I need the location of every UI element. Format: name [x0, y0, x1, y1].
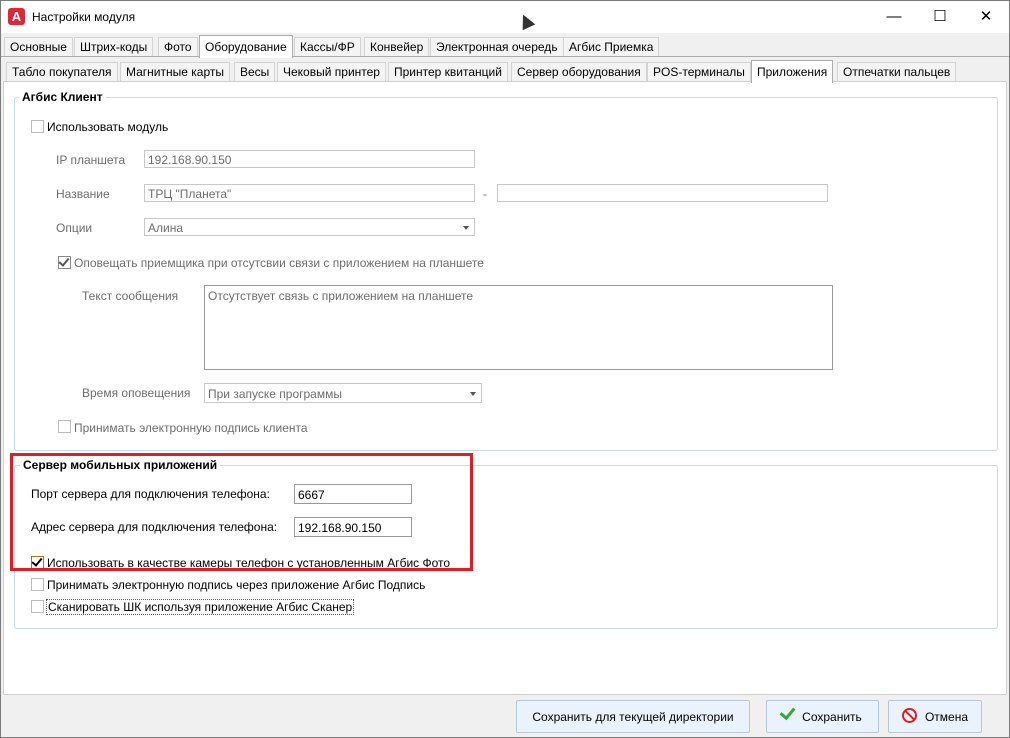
tab-main[interactable]: Основные: [4, 37, 73, 57]
window-title: Настройки модуля: [32, 10, 136, 24]
tab-agbis-reception[interactable]: Агбис Приемка: [563, 37, 660, 57]
app-logo-icon: A: [8, 8, 25, 25]
minimize-button[interactable]: —: [871, 1, 917, 32]
options-dropdown[interactable]: Алина: [144, 218, 475, 236]
settings-window: A Настройки модуля — ☐ ✕ Основные Штрих-…: [0, 0, 1010, 738]
tab-customer-display[interactable]: Табло покупателя: [6, 62, 118, 82]
accept-sign-app-checkbox[interactable]: [31, 578, 44, 591]
tab-pos-terminals[interactable]: POS-терминалы: [647, 62, 751, 82]
ip-field[interactable]: 192.168.90.150: [144, 150, 475, 168]
use-module-label: Использовать модуль: [47, 120, 169, 134]
cancel-button[interactable]: Отмена: [888, 700, 982, 733]
chevron-down-icon: [470, 392, 476, 396]
agbis-client-group-title: Агбис Клиент: [19, 90, 106, 104]
scan-barcode-label: Сканировать ШК используя приложение Агби…: [46, 599, 355, 615]
main-tabs-divider: [1, 56, 1009, 57]
tab-cash-registers[interactable]: Кассы/ФР: [294, 37, 361, 57]
tab-receipt-printer[interactable]: Чековый принтер: [277, 62, 386, 82]
accept-sign-app-label: Принимать электронную подпись через прил…: [47, 578, 426, 592]
tab-photo[interactable]: Фото: [158, 37, 198, 57]
tab-applications[interactable]: Приложения: [751, 60, 834, 83]
save-for-directory-button[interactable]: Сохранить для текущей директории: [516, 700, 750, 733]
highlight-box: [10, 453, 473, 571]
use-module-checkbox[interactable]: [31, 120, 44, 133]
ip-label: IP планшета: [56, 153, 126, 167]
tab-equipment-server[interactable]: Сервер оборудования: [511, 62, 647, 82]
check-icon: [779, 703, 796, 721]
accept-client-sign-checkbox[interactable]: [58, 420, 71, 433]
tab-invoice-printer[interactable]: Принтер квитанций: [388, 62, 508, 82]
name-suffix-field[interactable]: [497, 184, 828, 202]
save-button[interactable]: Сохранить: [766, 700, 879, 733]
chevron-down-icon: [463, 226, 469, 230]
tab-conveyor[interactable]: Конвейер: [364, 37, 430, 57]
tab-fingerprints[interactable]: Отпечатки пальцев: [837, 62, 957, 82]
tab-magnetic-cards[interactable]: Магнитные карты: [120, 62, 230, 82]
tab-electronic-queue[interactable]: Электронная очередь: [430, 37, 564, 57]
scan-barcode-checkbox[interactable]: [31, 600, 44, 613]
checkmark-icon: [58, 255, 70, 267]
options-label: Опции: [56, 221, 93, 235]
name-field[interactable]: ТРЦ "Планета": [144, 184, 475, 202]
name-label: Название: [56, 187, 110, 201]
tab-equipment[interactable]: Оборудование: [199, 35, 293, 58]
close-button[interactable]: ✕: [963, 1, 1009, 32]
cancel-icon: [901, 708, 917, 723]
equipment-subtabs: Табло покупателя Магнитные карты Весы Че…: [1, 60, 1009, 83]
tab-scales[interactable]: Весы: [234, 62, 276, 82]
maximize-button[interactable]: ☐: [917, 1, 963, 32]
message-label: Текст сообщения: [82, 289, 179, 303]
notify-label: Оповещать приемщика при отсутсвии связи …: [74, 256, 484, 270]
notify-time-dropdown[interactable]: При запуске программы: [204, 383, 482, 403]
options-dropdown-value: Алина: [148, 221, 184, 235]
save-button-label: Сохранить: [802, 710, 862, 724]
main-tabs: Основные Штрих-коды Фото Оборудование Ка…: [1, 35, 1009, 58]
message-textarea[interactable]: Отсутствует связь с приложением на планш…: [204, 285, 833, 370]
mouse-cursor-icon: [516, 11, 536, 31]
notify-checkbox[interactable]: [58, 255, 71, 269]
accept-client-sign-label: Принимать электронную подпись клиента: [74, 421, 308, 435]
cancel-button-label: Отмена: [924, 710, 969, 724]
notify-time-value: При запуске программы: [208, 387, 342, 401]
title-bar: A Настройки модуля — ☐ ✕: [1, 1, 1009, 33]
tab-barcodes[interactable]: Штрих-коды: [74, 37, 154, 57]
notify-time-label: Время оповещения: [82, 386, 191, 400]
name-separator: -: [483, 187, 487, 201]
